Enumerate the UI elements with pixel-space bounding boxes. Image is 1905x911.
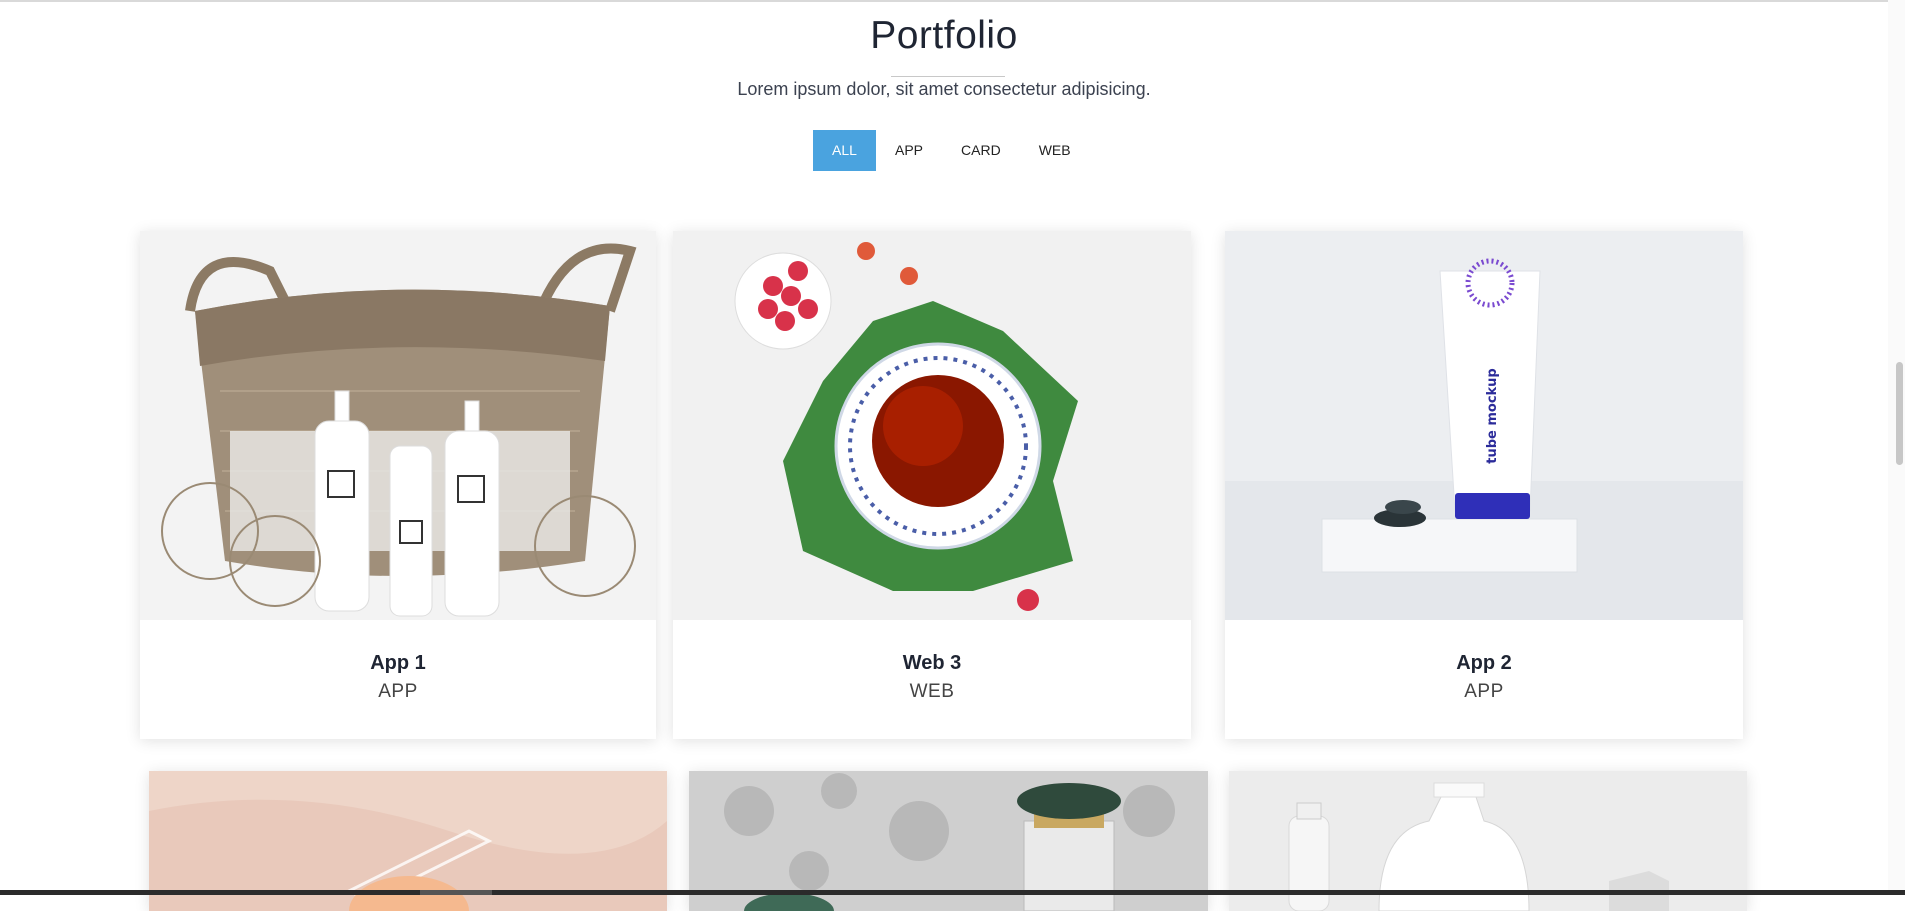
bottom-bar-marker — [420, 890, 492, 895]
portfolio-filters: ALL APP CARD WEB — [813, 130, 1090, 171]
portfolio-section: Portfolio Lorem ipsum dolor, sit amet co… — [0, 0, 1888, 911]
card-title[interactable]: Web 3 — [673, 652, 1191, 675]
card-image — [673, 231, 1191, 620]
section-subtitle: Lorem ipsum dolor, sit amet consectetur … — [737, 79, 1151, 99]
filter-all-button[interactable]: ALL — [813, 130, 876, 171]
scrollbar-thumb[interactable] — [1896, 362, 1903, 465]
title-underline — [891, 76, 1005, 77]
filter-card-button[interactable]: CARD — [942, 130, 1020, 171]
bottom-bar — [0, 890, 1905, 895]
section-title: Portfolio — [870, 14, 1018, 57]
card-category: APP — [1464, 681, 1504, 702]
page-scrollbar[interactable] — [1888, 0, 1905, 895]
basket-with-cosmetic-bottles-photo — [140, 231, 656, 620]
tube-mockup-photo: tube mockup — [1225, 231, 1743, 620]
portfolio-card[interactable]: Web 3 WEB — [673, 231, 1191, 739]
card-body: Web 3 WEB — [673, 652, 1191, 703]
card-image: tube mockup — [1225, 231, 1743, 620]
portfolio-card[interactable]: App 1 APP — [140, 231, 656, 739]
tea-cup-with-raspberries-photo — [673, 231, 1191, 620]
filter-app-button[interactable]: APP — [876, 130, 942, 171]
filter-web-button[interactable]: WEB — [1020, 130, 1090, 171]
portfolio-card[interactable]: tube mockup App 2 APP — [1225, 231, 1743, 739]
card-title[interactable]: App 2 — [1225, 652, 1743, 675]
card-category: WEB — [909, 681, 955, 702]
card-image — [140, 231, 656, 620]
tube-label: tube mockup — [1485, 368, 1500, 464]
card-title[interactable]: App 1 — [140, 652, 656, 675]
card-body: App 2 APP — [1225, 652, 1743, 703]
card-body: App 1 APP — [140, 652, 656, 703]
card-category: APP — [378, 681, 418, 702]
